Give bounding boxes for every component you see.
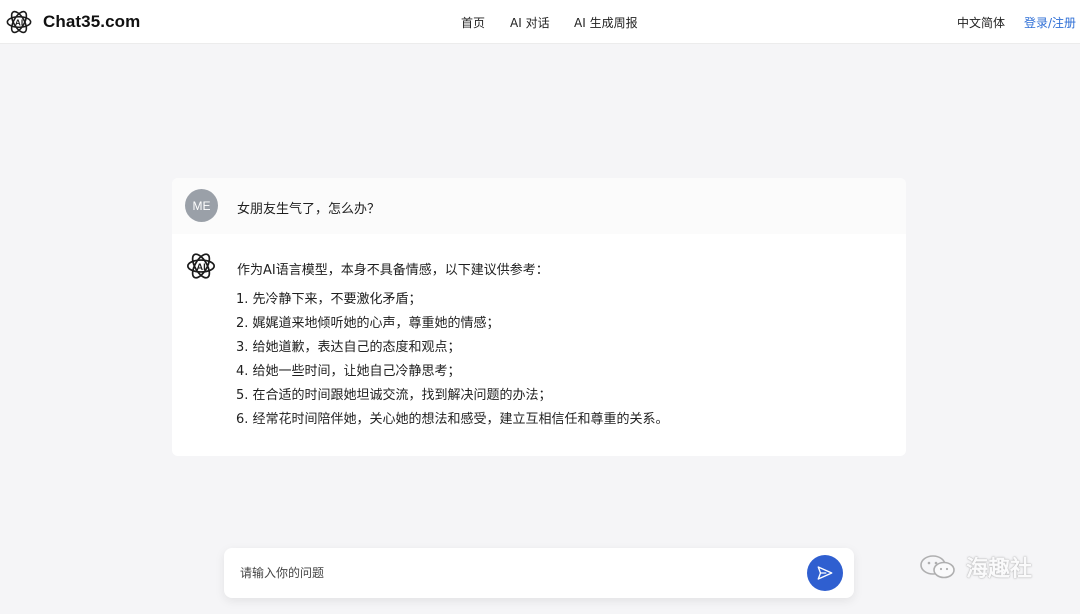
user-message: 女朋友生气了，怎么办？ bbox=[237, 202, 381, 217]
language-selector[interactable]: 中文简体 bbox=[957, 14, 1005, 31]
question-input[interactable] bbox=[240, 561, 800, 585]
watermark: 海趣社 bbox=[918, 550, 1032, 584]
user-message-row: ME 女朋友生气了，怎么办？ bbox=[172, 178, 906, 234]
brand[interactable]: AI Chat35.com bbox=[4, 6, 140, 38]
list-item: 6. 经常花时间陪伴她，关心她的想法和感受，建立互相信任和尊重的关系。 bbox=[236, 412, 669, 427]
wechat-icon bbox=[920, 555, 955, 579]
nav-home[interactable]: 首页 bbox=[461, 14, 485, 31]
list-item: 1. 先冷静下来，不要激化矛盾； bbox=[236, 292, 422, 307]
nav-ai-chat[interactable]: AI 对话 bbox=[510, 14, 550, 31]
assistant-intro: 作为AI语言模型，本身不具备情感，以下建议供参考： bbox=[237, 263, 549, 278]
assistant-avatar-icon: AI bbox=[186, 253, 216, 279]
svg-text:AI: AI bbox=[15, 18, 23, 27]
list-item: 3. 给她道歉，表达自己的态度和观点； bbox=[236, 340, 461, 355]
list-item: 4. 给她一些时间，让她自己冷静思考； bbox=[236, 364, 461, 379]
send-button[interactable] bbox=[807, 555, 843, 591]
brand-name: Chat35.com bbox=[43, 12, 141, 31]
svg-text:AI: AI bbox=[196, 262, 205, 272]
chat-composer bbox=[224, 548, 854, 598]
send-icon bbox=[817, 566, 833, 580]
top-navbar: AI Chat35.com 首页 AI 对话 AI 生成周报 中文简体 登录/注… bbox=[0, 0, 1080, 44]
openai-knot-icon: AI bbox=[6, 10, 32, 34]
nav-ai-weekly-report[interactable]: AI 生成周报 bbox=[574, 14, 638, 31]
watermark-text: 海趣社 bbox=[966, 557, 1033, 582]
conversation-card: ME 女朋友生气了，怎么办？ AI 作为AI语言模型，本身不具备情感，以下建议供… bbox=[172, 178, 906, 456]
user-avatar: ME bbox=[185, 189, 218, 222]
list-item: 2. 娓娓道来地倾听她的心声，尊重她的情感； bbox=[236, 316, 500, 331]
login-register-link[interactable]: 登录/注册 bbox=[1024, 14, 1076, 31]
assistant-suggestion-list: 1. 先冷静下来，不要激化矛盾； 2. 娓娓道来地倾听她的心声，尊重她的情感； … bbox=[236, 290, 669, 434]
list-item: 5. 在合适的时间跟她坦诚交流，找到解决问题的办法； bbox=[236, 388, 552, 403]
